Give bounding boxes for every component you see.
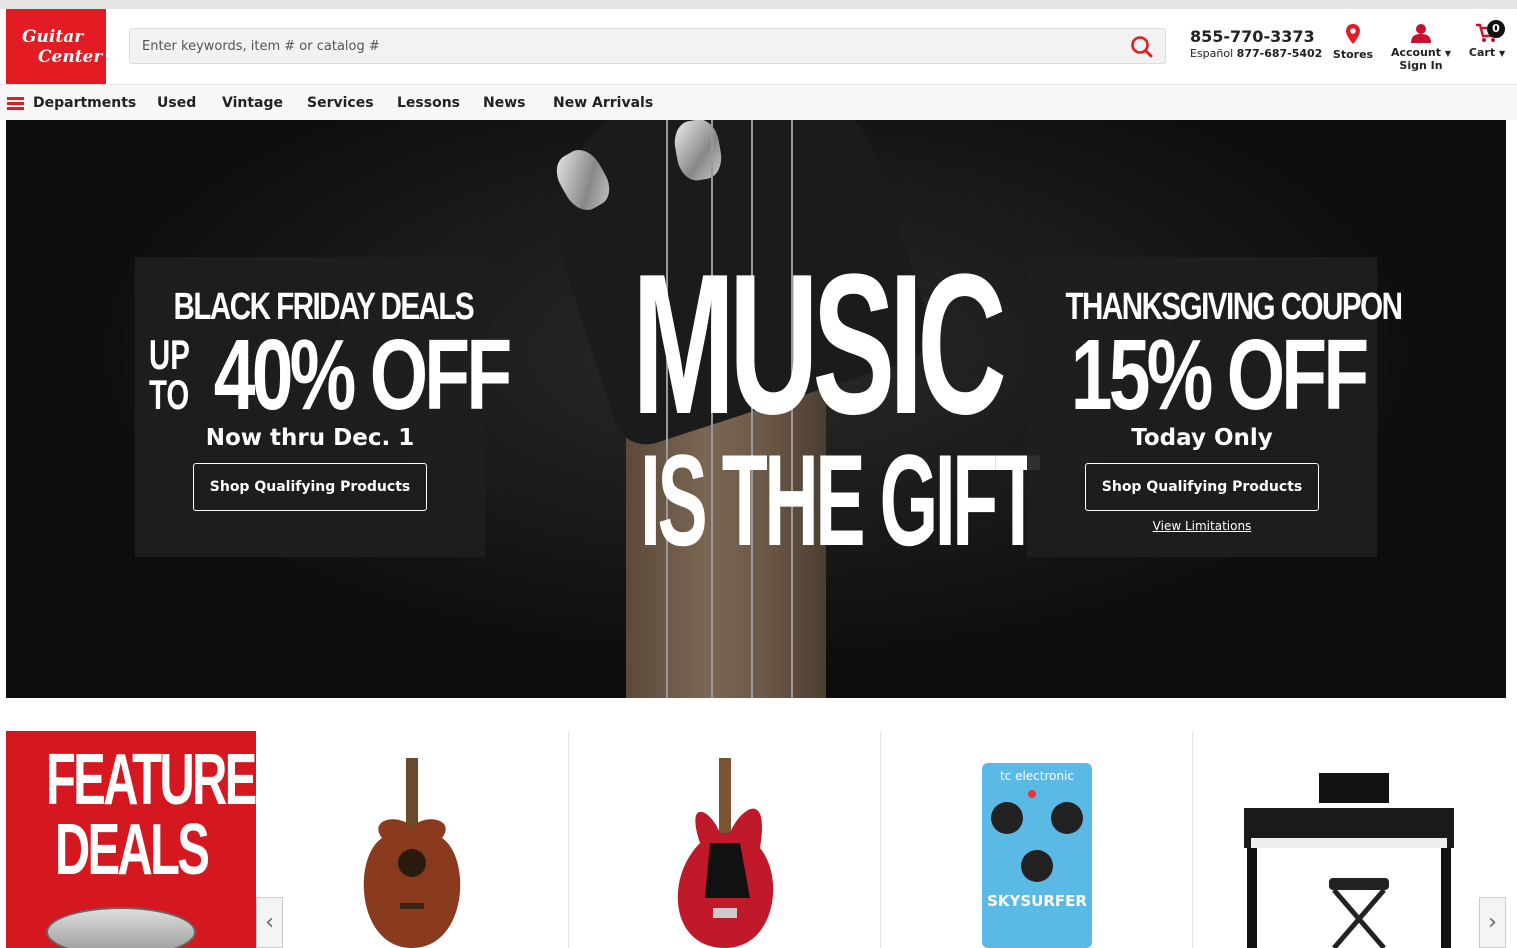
featured-line: FEATURED [46,740,256,820]
chevron-down-icon: ▼ [1444,49,1452,58]
snare-drum-image [46,907,196,948]
guitar-center-logo[interactable]: Guitar Center [6,9,106,84]
carousel-prev-button[interactable]: ‹ [256,897,283,948]
chevron-left-icon: ‹ [265,910,274,935]
chevron-down-icon: ▼ [1498,49,1506,58]
nav-news[interactable]: News [483,95,525,111]
chevron-right-icon: › [1488,910,1497,935]
shop-qualifying-button-left[interactable]: Shop Qualifying Products [192,463,428,511]
map-pin-icon [1346,24,1360,44]
stores-link[interactable]: Stores [1330,23,1376,61]
nav-vintage[interactable]: Vintage [222,95,283,111]
product-card[interactable] [256,731,568,948]
thanksgiving-discount: 15% OFF [1070,319,1369,431]
effects-pedal-icon: tc electronic SKYSURFER [981,763,1092,948]
headline-is-the-gift: IS THE GIFT [640,427,1041,573]
black-friday-panel: BLACK FRIDAY DEALS UP TO 40% OFF Now thr… [135,257,512,557]
view-limitations-link[interactable]: View Limitations [1027,519,1377,533]
black-friday-discount: 40% OFF [213,319,512,431]
product-card[interactable]: tc electronic SKYSURFER [880,731,1192,948]
top-strip [0,0,1517,9]
featured-deals-tile[interactable]: FEATURED DEALS [6,731,256,948]
site-header: Guitar Center 855-770-3373 Español 877-6… [0,9,1517,84]
main-nav: Departments Used Vintage Services Lesson… [0,84,1517,120]
stores-label: Stores [1332,48,1374,61]
user-icon [1411,24,1431,43]
sign-in-label: Sign In [1399,59,1443,72]
search-input[interactable] [130,29,1090,63]
deals-line: DEALS [54,810,210,890]
account-label: Account [1390,46,1442,59]
account-menu[interactable]: Account ▼ Sign In [1388,23,1454,72]
product-card[interactable] [568,731,880,948]
cart-link[interactable]: 0 Cart ▼ [1462,20,1512,59]
thanksgiving-panel: THANKSGIVING COUPON 15% OFF Today Only S… [1027,257,1403,557]
hero-headline: MUSIC IS THE GIFT [556,233,1041,573]
product-card[interactable] [1192,731,1504,948]
search-bar [129,28,1166,64]
headline-music: MUSIC [632,233,1007,456]
acoustic-guitar-icon [363,758,461,948]
nav-new-arrivals[interactable]: New Arrivals [553,95,653,111]
cart-count-badge: 0 [1487,20,1505,38]
nav-departments[interactable]: Departments [33,95,136,111]
phone-number[interactable]: 855-770-3373 [1190,27,1322,46]
search-icon[interactable] [1129,34,1155,60]
up-to-label: UP TO [149,331,190,418]
phone-contact: 855-770-3373 Español 877-687-5402 [1190,27,1322,60]
pedal-name: SKYSURFER [987,892,1087,910]
digital-piano-icon [1243,773,1454,948]
nav-used[interactable]: Used [157,95,196,111]
product-carousel: tc electronic SKYSURFER [256,731,1506,948]
espanol-number: 877-687-5402 [1236,47,1323,60]
cart-label: Cart [1468,46,1496,59]
nav-lessons[interactable]: Lessons [397,95,460,111]
espanol-label: Español [1190,47,1234,60]
phone-espanol[interactable]: Español 877-687-5402 [1190,47,1322,60]
hamburger-menu-icon[interactable] [7,97,24,110]
pedal-brand: tc electronic [999,769,1073,783]
logo-text-center: Center [38,47,103,67]
electric-guitar-icon [677,758,773,948]
shop-qualifying-button-right[interactable]: Shop Qualifying Products [1084,463,1320,511]
carousel-next-button[interactable]: › [1479,897,1506,948]
logo-text-guitar: Guitar [22,27,84,47]
hero-banner[interactable]: BLACK FRIDAY DEALS UP TO 40% OFF Now thr… [6,120,1506,698]
nav-services[interactable]: Services [307,95,374,111]
